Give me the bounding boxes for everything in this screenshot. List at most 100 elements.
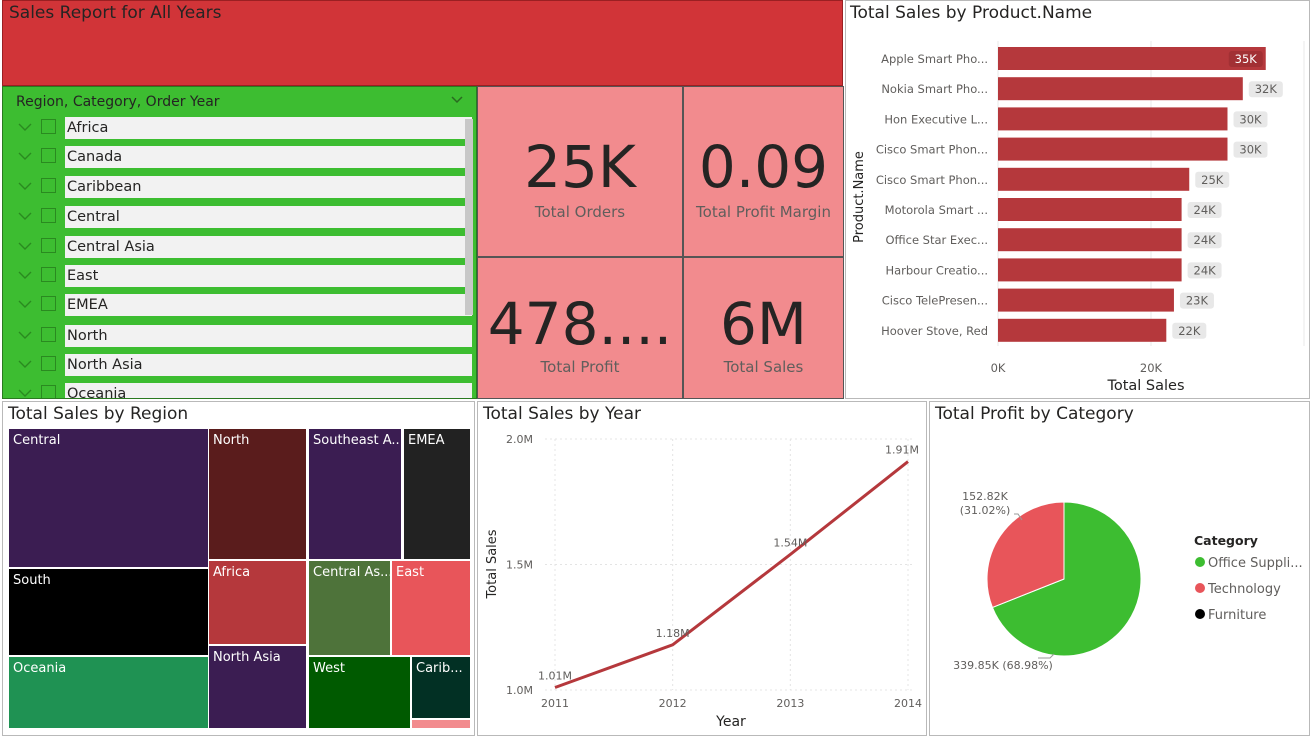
treemap-tile[interactable]	[411, 719, 471, 729]
slicer-checkbox[interactable]	[41, 385, 56, 398]
bar-category-label: Nokia Smart Pho...	[881, 82, 988, 96]
chevron-down-icon[interactable]	[17, 328, 33, 342]
sales-by-year-line-chart[interactable]: Total Sales by Year 2.0M 1.5M 1.0M 2011 2012…	[477, 401, 927, 736]
bar-data-label: 32K	[1255, 82, 1278, 96]
treemap-tile[interactable]: EMEA	[403, 428, 471, 560]
slicer-item[interactable]: East	[3, 264, 473, 292]
slicer-item-label: EMEA	[65, 294, 472, 316]
sales-by-product-bar-chart[interactable]: Total Sales by Product.Name Apple Smart …	[845, 0, 1310, 399]
chevron-down-icon[interactable]	[17, 297, 33, 311]
slicer-item[interactable]: EMEA	[3, 293, 473, 321]
sales-line-series[interactable]	[554, 460, 909, 689]
chevron-down-icon[interactable]	[17, 268, 33, 282]
bar[interactable]	[998, 228, 1182, 252]
treemap-tile[interactable]: East	[391, 560, 471, 656]
bar-category-label: Motorola Smart ...	[885, 203, 988, 217]
pie-legend-label[interactable]: Furniture	[1208, 608, 1266, 623]
title-banner: Sales Report for All Years	[2, 0, 843, 86]
pie-legend-marker[interactable]	[1195, 557, 1205, 567]
treemap-tile[interactable]: Central	[8, 428, 209, 568]
slicer-checkbox[interactable]	[41, 148, 56, 163]
slicer-checkbox[interactable]	[41, 296, 56, 311]
line-data-label: 1.91M	[885, 444, 919, 457]
region-category-year-slicer[interactable]: Region, Category, Order Year Africa Canad…	[2, 86, 477, 399]
slicer-checkbox[interactable]	[41, 327, 56, 342]
bar[interactable]	[998, 167, 1190, 191]
line-data-label: 1.54M	[773, 536, 807, 549]
treemap-tile[interactable]: North Asia	[208, 645, 307, 729]
slicer-item[interactable]: Caribbean	[3, 175, 473, 203]
slicer-scrollbar[interactable]	[465, 119, 473, 315]
slicer-checkbox[interactable]	[41, 119, 56, 134]
pie-legend-marker[interactable]	[1195, 583, 1205, 593]
bar-data-label: 35K	[1235, 52, 1258, 66]
slicer-checkbox[interactable]	[41, 178, 56, 193]
line-chart-plot[interactable]: 2.0M 1.5M 1.0M 2011 2012 2013 2014 1.01M 1.18M 1.…	[478, 402, 926, 735]
bar-data-label: 25K	[1201, 173, 1224, 187]
bar[interactable]	[998, 318, 1167, 342]
slicer-checkbox[interactable]	[41, 356, 56, 371]
bar-chart-plot[interactable]: Apple Smart Pho... 35K Nokia Smart Pho... 3…	[846, 1, 1309, 398]
slicer-item-label: Oceania	[65, 383, 472, 398]
chevron-down-icon[interactable]	[17, 357, 33, 371]
line-y-axis-title: Total Sales	[485, 529, 500, 599]
bar-category-label: Harbour Creatio...	[885, 263, 988, 277]
bar-category-label: Cisco Smart Phon...	[876, 173, 988, 187]
profit-by-category-pie-chart[interactable]: Total Profit by Category 152.82K (31.02%)…	[929, 401, 1310, 736]
pie-chart-plot[interactable]: 152.82K(31.02%) 339.85K (68.98%) Category O…	[930, 402, 1309, 735]
chevron-down-icon[interactable]	[17, 209, 33, 223]
chevron-down-icon[interactable]	[449, 94, 465, 106]
slicer-checkbox[interactable]	[41, 238, 56, 253]
page-title: Sales Report for All Years	[9, 3, 222, 23]
treemap-tile[interactable]: Central As...	[308, 560, 391, 656]
slicer-checkbox[interactable]	[41, 208, 56, 223]
line-x-tick-label: 2011	[541, 697, 569, 710]
treemap-tile[interactable]: Carib...	[411, 656, 471, 719]
slicer-item[interactable]: North Asia	[3, 353, 473, 381]
total-profit-label: Total Profit	[540, 358, 620, 376]
bar[interactable]	[998, 137, 1228, 161]
slicer-item[interactable]: Central Asia	[3, 235, 473, 263]
chevron-down-icon[interactable]	[17, 179, 33, 193]
pie-legend-label[interactable]: Technology	[1207, 582, 1281, 597]
pie-data-label: 152.82K	[962, 490, 1008, 503]
treemap-tile[interactable]: Africa	[208, 560, 307, 645]
bar[interactable]	[998, 198, 1182, 221]
pie-legend-title: Category	[1194, 533, 1258, 548]
bar-data-label: 24K	[1194, 203, 1217, 217]
bar-x-tick-label: 20K	[1140, 361, 1163, 375]
total-profit-margin-value: 0.09	[698, 133, 829, 201]
slicer-checkbox[interactable]	[41, 267, 56, 282]
slicer-item[interactable]: Canada	[3, 145, 473, 173]
pie-legend-marker[interactable]	[1195, 609, 1205, 619]
sales-by-region-treemap[interactable]: Total Sales by Region Central South Oceani…	[2, 401, 475, 736]
slicer-item-label: Central Asia	[65, 236, 472, 258]
slicer-item[interactable]: Oceania	[3, 382, 473, 399]
slicer-item-label: East	[65, 265, 472, 287]
treemap-tile[interactable]: West	[308, 656, 411, 729]
chevron-down-icon[interactable]	[17, 239, 33, 253]
line-x-tick-label: 2013	[776, 697, 804, 710]
total-sales-label: Total Sales	[723, 358, 804, 376]
slicer-item[interactable]: Central	[3, 205, 473, 233]
line-x-tick-label: 2012	[659, 697, 687, 710]
bar[interactable]	[998, 77, 1243, 101]
slicer-item-label: Central	[65, 206, 472, 228]
bar[interactable]	[998, 107, 1228, 131]
pie-data-label: (31.02%)	[960, 504, 1011, 517]
slicer-item[interactable]: Africa	[3, 116, 473, 144]
slicer-item-label: Canada	[65, 146, 472, 168]
treemap-tile[interactable]: South	[8, 568, 209, 656]
bar[interactable]	[998, 47, 1266, 70]
treemap-tile[interactable]: North	[208, 428, 307, 560]
chevron-down-icon[interactable]	[17, 120, 33, 134]
chevron-down-icon[interactable]	[17, 386, 33, 399]
bar-data-label: 30K	[1239, 143, 1262, 157]
treemap-tile[interactable]: Oceania	[8, 656, 209, 729]
chevron-down-icon[interactable]	[17, 149, 33, 163]
bar[interactable]	[998, 258, 1182, 282]
treemap-tile[interactable]: Southeast A...	[308, 428, 402, 560]
slicer-item[interactable]: North	[3, 324, 473, 352]
pie-legend-label[interactable]: Office Suppli...	[1208, 556, 1303, 571]
bar[interactable]	[998, 288, 1174, 312]
